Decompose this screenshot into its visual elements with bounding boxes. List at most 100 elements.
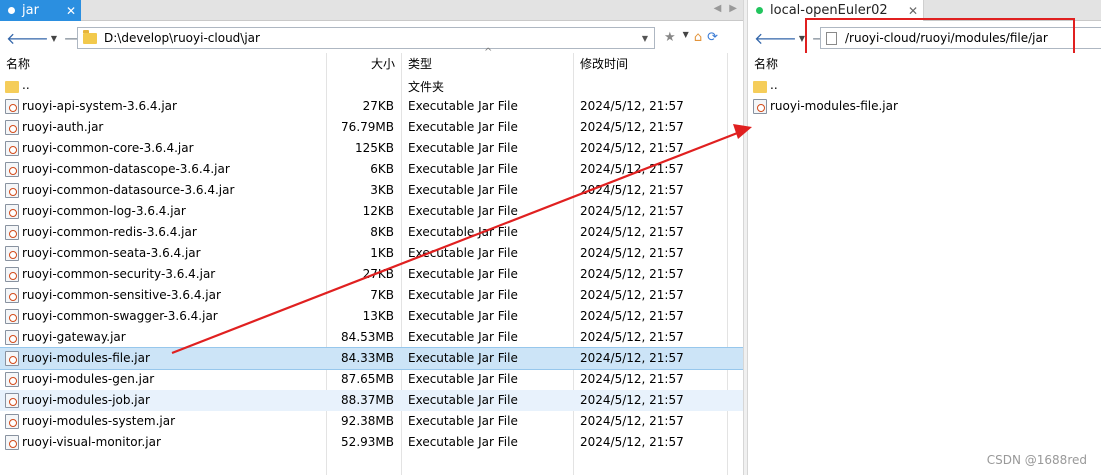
file-type: Executable Jar File xyxy=(408,414,518,428)
column-header-name[interactable]: 名称 xyxy=(754,55,778,72)
file-row[interactable]: ruoyi-common-core-3.6.4.jar 125KB Executab… xyxy=(0,138,743,159)
close-icon[interactable]: ✕ xyxy=(908,4,918,18)
file-type: Executable Jar File xyxy=(408,372,518,386)
file-size: 52.93MB xyxy=(341,435,394,449)
column-header-size[interactable]: 大小 xyxy=(371,55,395,72)
file-name: ruoyi-modules-job.jar xyxy=(22,393,150,407)
file-row[interactable]: ruoyi-visual-monitor.jar 52.93MB Executabl… xyxy=(0,432,743,453)
path-highlight-annotation xyxy=(805,18,1075,55)
file-row[interactable]: ruoyi-common-security-3.6.4.jar 27KB Execu… xyxy=(0,264,743,285)
home-icon[interactable]: ⌂ xyxy=(694,30,702,45)
back-history-dropdown-icon[interactable]: ▼ xyxy=(51,34,57,43)
jar-file-icon xyxy=(5,330,19,345)
file-type: 文件夹 xyxy=(408,80,445,94)
file-type: Executable Jar File xyxy=(408,309,518,323)
column-header-modified[interactable]: 修改时间 xyxy=(580,55,628,72)
connection-status-icon xyxy=(756,7,763,14)
tab-jar[interactable]: jar ✕ xyxy=(0,0,81,21)
left-tab-bar: jar ✕ ◀ ▶ xyxy=(0,0,743,21)
file-name: ruoyi-common-seata-3.6.4.jar xyxy=(22,246,201,260)
file-size: 92.38MB xyxy=(341,414,394,428)
file-type: Executable Jar File xyxy=(408,330,518,344)
file-row[interactable]: ruoyi-modules-job.jar 88.37MB Executable J… xyxy=(0,390,743,411)
column-header-name[interactable]: 名称 xyxy=(6,55,30,72)
file-modified: 2024/5/12, 21:57 xyxy=(580,414,684,428)
jar-file-icon xyxy=(5,246,19,261)
jar-file-icon xyxy=(5,309,19,324)
file-name: ruoyi-common-datascope-3.6.4.jar xyxy=(22,162,230,176)
file-row[interactable]: ruoyi-gateway.jar 84.53MB Executable Jar F… xyxy=(0,327,743,348)
jar-file-icon xyxy=(5,288,19,303)
bookmark-star-icon[interactable]: ★ xyxy=(664,30,676,45)
file-type: Executable Jar File xyxy=(408,225,518,239)
jar-file-icon xyxy=(5,99,19,114)
tab-title: local-openEuler02 xyxy=(770,3,888,18)
file-size: 76.79MB xyxy=(341,120,394,134)
sftp-client-window: jar ✕ ◀ ▶ local-openEuler02 ✕ 🡐 ▼ 🡒 ▼ D:… xyxy=(0,0,1101,475)
file-name: ruoyi-modules-gen.jar xyxy=(22,372,155,386)
file-size: 7KB xyxy=(370,288,394,302)
chevron-down-icon[interactable]: ▼ xyxy=(642,34,648,43)
jar-file-icon xyxy=(753,99,767,114)
file-modified: 2024/5/12, 21:57 xyxy=(580,288,684,302)
file-row[interactable]: ruoyi-modules-file.jar xyxy=(748,96,1101,117)
jar-file-icon xyxy=(5,372,19,387)
left-column-headers: 名称 大小 类型 ^ 修改时间 xyxy=(0,47,743,73)
file-modified: 2024/5/12, 21:57 xyxy=(580,99,684,113)
file-size: 6KB xyxy=(370,162,394,176)
file-row[interactable]: ruoyi-common-redis-3.6.4.jar 8KB Executabl… xyxy=(0,222,743,243)
file-type: Executable Jar File xyxy=(408,267,518,281)
file-name: ruoyi-common-sensitive-3.6.4.jar xyxy=(22,288,221,302)
refresh-icon[interactable]: ⟳ xyxy=(707,30,718,45)
file-size: 12KB xyxy=(362,204,394,218)
file-row[interactable]: ruoyi-common-datasource-3.6.4.jar 3KB Exec… xyxy=(0,180,743,201)
file-size: 88.37MB xyxy=(341,393,394,407)
file-name: ruoyi-modules-system.jar xyxy=(22,414,176,428)
bookmark-dropdown-icon[interactable]: ▼ xyxy=(683,30,689,45)
file-modified: 2024/5/12, 21:57 xyxy=(580,141,684,155)
left-path-text: D:\develop\ruoyi-cloud\jar xyxy=(104,31,260,45)
file-size: 13KB xyxy=(362,309,394,323)
jar-file-icon xyxy=(5,267,19,282)
file-modified: 2024/5/12, 21:57 xyxy=(580,225,684,239)
left-path-input[interactable]: D:\develop\ruoyi-cloud\jar ▼ xyxy=(77,27,655,49)
folder-icon xyxy=(753,81,767,93)
file-row[interactable]: ruoyi-common-swagger-3.6.4.jar 13KB Execut… xyxy=(0,306,743,327)
file-name: ruoyi-common-swagger-3.6.4.jar xyxy=(22,309,218,323)
file-row[interactable]: ruoyi-common-seata-3.6.4.jar 1KB Executabl… xyxy=(0,243,743,264)
file-row[interactable]: ruoyi-common-sensitive-3.6.4.jar 7KB Execu… xyxy=(0,285,743,306)
file-modified: 2024/5/12, 21:57 xyxy=(580,204,684,218)
file-size: 8KB xyxy=(370,225,394,239)
pane-splitter[interactable] xyxy=(743,0,748,475)
file-modified: 2024/5/12, 21:57 xyxy=(580,393,684,407)
file-row[interactable]: ruoyi-common-log-3.6.4.jar 12KB Executable… xyxy=(0,201,743,222)
file-type: Executable Jar File xyxy=(408,162,518,176)
file-row[interactable]: ruoyi-modules-gen.jar 87.65MB Executable J… xyxy=(0,369,743,390)
file-row[interactable]: ruoyi-auth.jar 76.79MB Executable Jar File… xyxy=(0,117,743,138)
jar-file-icon xyxy=(5,393,19,408)
close-icon[interactable]: ✕ xyxy=(66,4,76,18)
scroll-left-icon[interactable]: ◀ xyxy=(714,3,722,14)
tab-status-dot-icon xyxy=(8,7,15,14)
file-row[interactable]: ruoyi-modules-file.jar 84.33MB Executable … xyxy=(0,347,744,370)
watermark: CSDN @1688red xyxy=(986,453,1087,467)
left-address-row: 🡐 ▼ 🡒 ▼ D:\develop\ruoyi-cloud\jar ▼ ★ ▼… xyxy=(0,24,743,52)
scroll-right-icon[interactable]: ▶ xyxy=(729,3,737,14)
column-header-type[interactable]: 类型 xyxy=(408,55,432,72)
file-type: Executable Jar File xyxy=(408,183,518,197)
file-name: ruoyi-common-redis-3.6.4.jar xyxy=(22,225,197,239)
back-arrow-icon[interactable]: 🡐 xyxy=(754,28,797,48)
file-name: ruoyi-common-datasource-3.6.4.jar xyxy=(22,183,235,197)
file-row[interactable]: ruoyi-common-datascope-3.6.4.jar 6KB Execu… xyxy=(0,159,743,180)
back-arrow-icon[interactable]: 🡐 xyxy=(6,28,49,48)
folder-icon xyxy=(5,81,19,93)
file-row[interactable]: ruoyi-api-system-3.6.4.jar 27KB Executable… xyxy=(0,96,743,117)
parent-directory-row[interactable]: .. 文件夹 xyxy=(0,75,743,96)
tab-title: jar xyxy=(22,3,39,18)
jar-file-icon xyxy=(5,162,19,177)
parent-directory-row[interactable]: .. xyxy=(748,75,1101,96)
file-size: 27KB xyxy=(362,99,394,113)
file-row[interactable]: ruoyi-modules-system.jar 92.38MB Executabl… xyxy=(0,411,743,432)
file-name: .. xyxy=(22,78,30,92)
file-name: ruoyi-modules-file.jar xyxy=(22,351,150,365)
